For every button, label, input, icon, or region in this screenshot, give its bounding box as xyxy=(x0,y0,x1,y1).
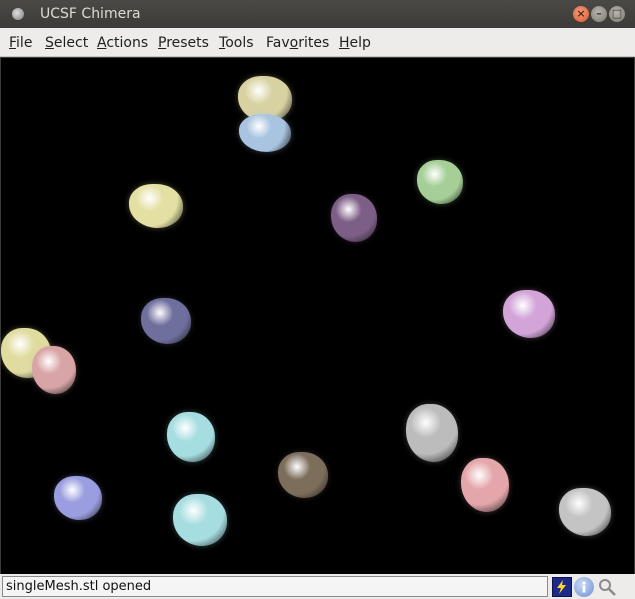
app-icon xyxy=(12,8,24,20)
molecule-surface[interactable] xyxy=(173,494,227,546)
molecule-surface[interactable] xyxy=(129,184,183,228)
menu-favorites[interactable]: Favorites xyxy=(266,34,329,52)
molecule-surface[interactable] xyxy=(54,476,102,520)
close-button[interactable]: × xyxy=(573,6,589,22)
window-title: UCSF Chimera xyxy=(40,6,141,22)
status-bar: singleMesh.stl opened xyxy=(0,574,635,599)
menu-select[interactable]: Select xyxy=(45,34,88,52)
molecule-surface[interactable] xyxy=(32,346,76,394)
info-icon[interactable] xyxy=(574,577,594,597)
menu-bar: File Select Actions Presets Tools Favori… xyxy=(0,28,635,57)
molecule-surface[interactable] xyxy=(417,160,463,204)
graphics-viewport[interactable] xyxy=(1,58,634,574)
molecule-surface[interactable] xyxy=(141,298,191,344)
molecule-surface[interactable] xyxy=(461,458,509,512)
title-bar: UCSF Chimera × – □ xyxy=(0,0,635,28)
menu-help[interactable]: Help xyxy=(339,34,371,52)
menu-presets[interactable]: Presets xyxy=(158,34,209,52)
lightning-icon[interactable] xyxy=(552,577,572,597)
maximize-button[interactable]: □ xyxy=(609,6,625,22)
molecule-surface[interactable] xyxy=(331,194,377,242)
molecule-surface[interactable] xyxy=(503,290,555,338)
molecule-surface[interactable] xyxy=(406,404,458,462)
magnifier-icon[interactable] xyxy=(597,577,617,597)
molecule-surface[interactable] xyxy=(167,412,215,462)
molecule-surface[interactable] xyxy=(559,488,611,536)
molecule-surface[interactable] xyxy=(239,114,291,152)
menu-file[interactable]: File xyxy=(9,34,32,52)
minimize-button[interactable]: – xyxy=(591,6,607,22)
status-message: singleMesh.stl opened xyxy=(2,576,548,597)
molecule-surface[interactable] xyxy=(278,452,328,498)
menu-tools[interactable]: Tools xyxy=(219,34,254,52)
menu-actions[interactable]: Actions xyxy=(97,34,148,52)
